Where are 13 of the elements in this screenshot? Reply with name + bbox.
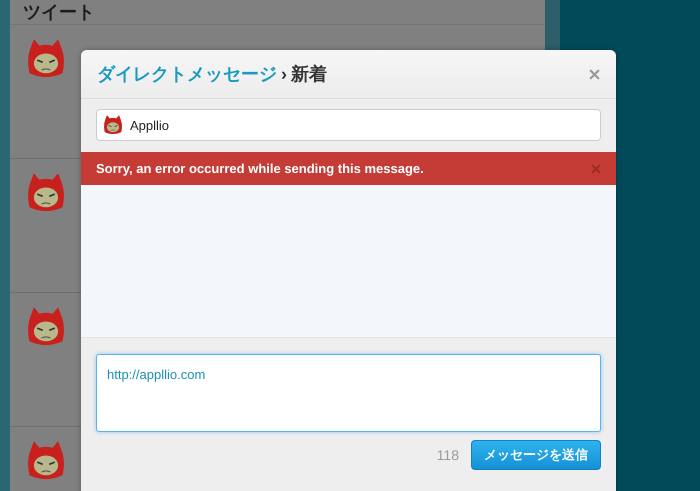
mascot-avatar-icon (102, 114, 124, 136)
recipient-name: Appllio (130, 118, 170, 132)
close-icon[interactable] (591, 164, 601, 174)
close-icon[interactable] (589, 68, 600, 80)
breadcrumb-separator: › (281, 64, 287, 85)
dialog-title: 新着 (291, 63, 327, 86)
title-link[interactable]: ダイレクトメッセージ (97, 62, 277, 86)
error-message: Sorry, an error occurred while sending this message. (96, 161, 424, 176)
character-count: 118 (436, 447, 459, 463)
message-input[interactable]: http://appllio.com (96, 354, 601, 432)
send-button[interactable]: メッセージを送信 (471, 440, 601, 470)
recipient-field[interactable]: Appllio (96, 109, 601, 141)
panel-title: ツイート (23, 1, 95, 24)
